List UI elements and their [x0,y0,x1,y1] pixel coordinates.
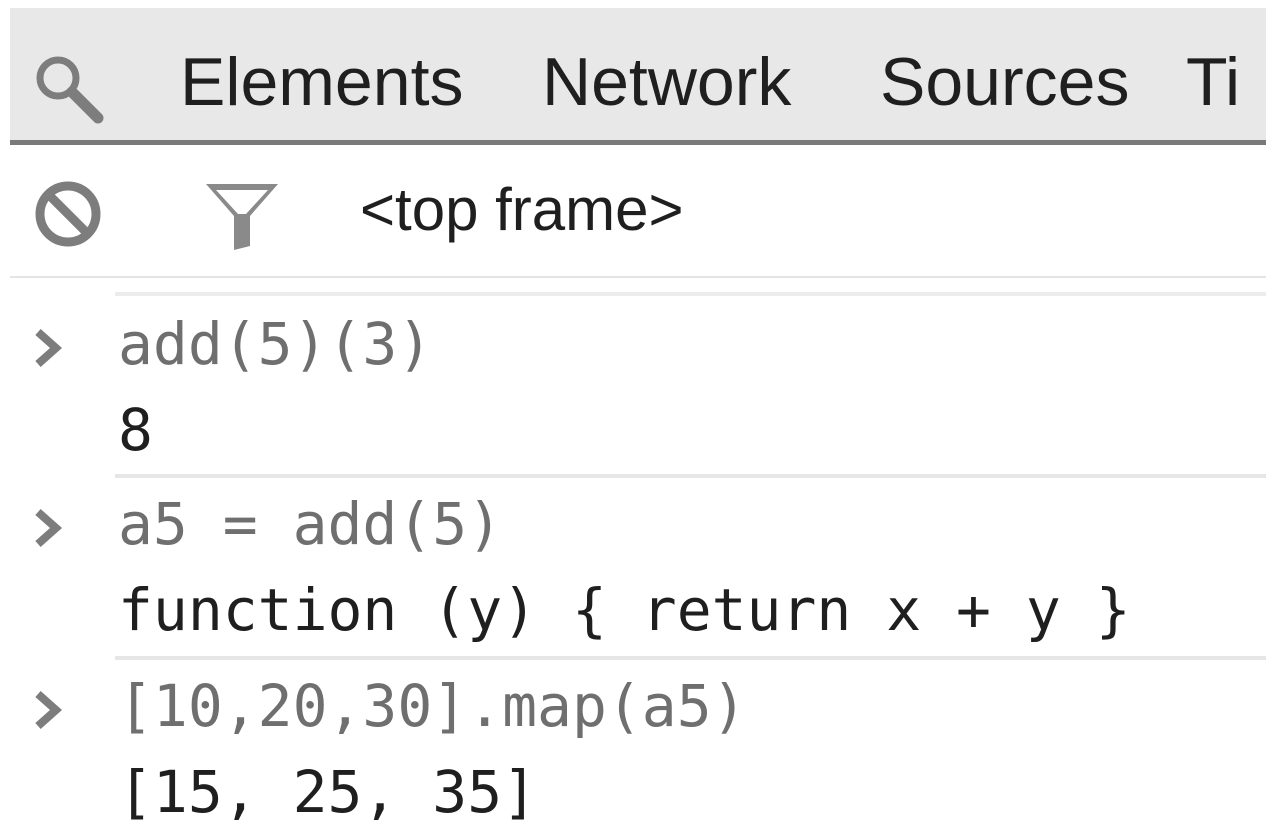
devtools-tab-bar: Elements Network Sources Ti [10,8,1266,145]
console-input: [10,20,30].map(a5) [118,672,747,740]
tab-sources[interactable]: Sources [880,42,1129,122]
console-toolbar: <top frame> [10,146,1266,280]
devtools-window: Elements Network Sources Ti <top frame> [0,0,1266,822]
entry-divider [115,656,1266,660]
clear-console-icon[interactable] [28,174,108,254]
prompt-chevron-icon [28,680,68,740]
filter-icon[interactable] [200,176,284,256]
tab-timeline-truncated[interactable]: Ti [1186,42,1240,122]
console-input: a5 = add(5) [118,490,503,558]
console-divider [115,292,1266,296]
entry-divider [115,474,1266,478]
frame-selector[interactable]: <top frame> [360,174,684,246]
tab-elements[interactable]: Elements [180,42,463,122]
console-input: add(5)(3) [118,310,433,378]
console-output: 8 [118,396,153,464]
search-icon[interactable] [30,48,110,128]
prompt-chevron-icon [28,498,68,558]
tab-network[interactable]: Network [542,42,791,122]
console-panel[interactable]: add(5)(3) 8 a5 = add(5) function (y) { r… [0,278,1266,822]
prompt-chevron-icon [28,318,68,378]
console-output: function (y) { return x + y } [118,576,1131,644]
console-output: [15, 25, 35] [118,758,538,822]
